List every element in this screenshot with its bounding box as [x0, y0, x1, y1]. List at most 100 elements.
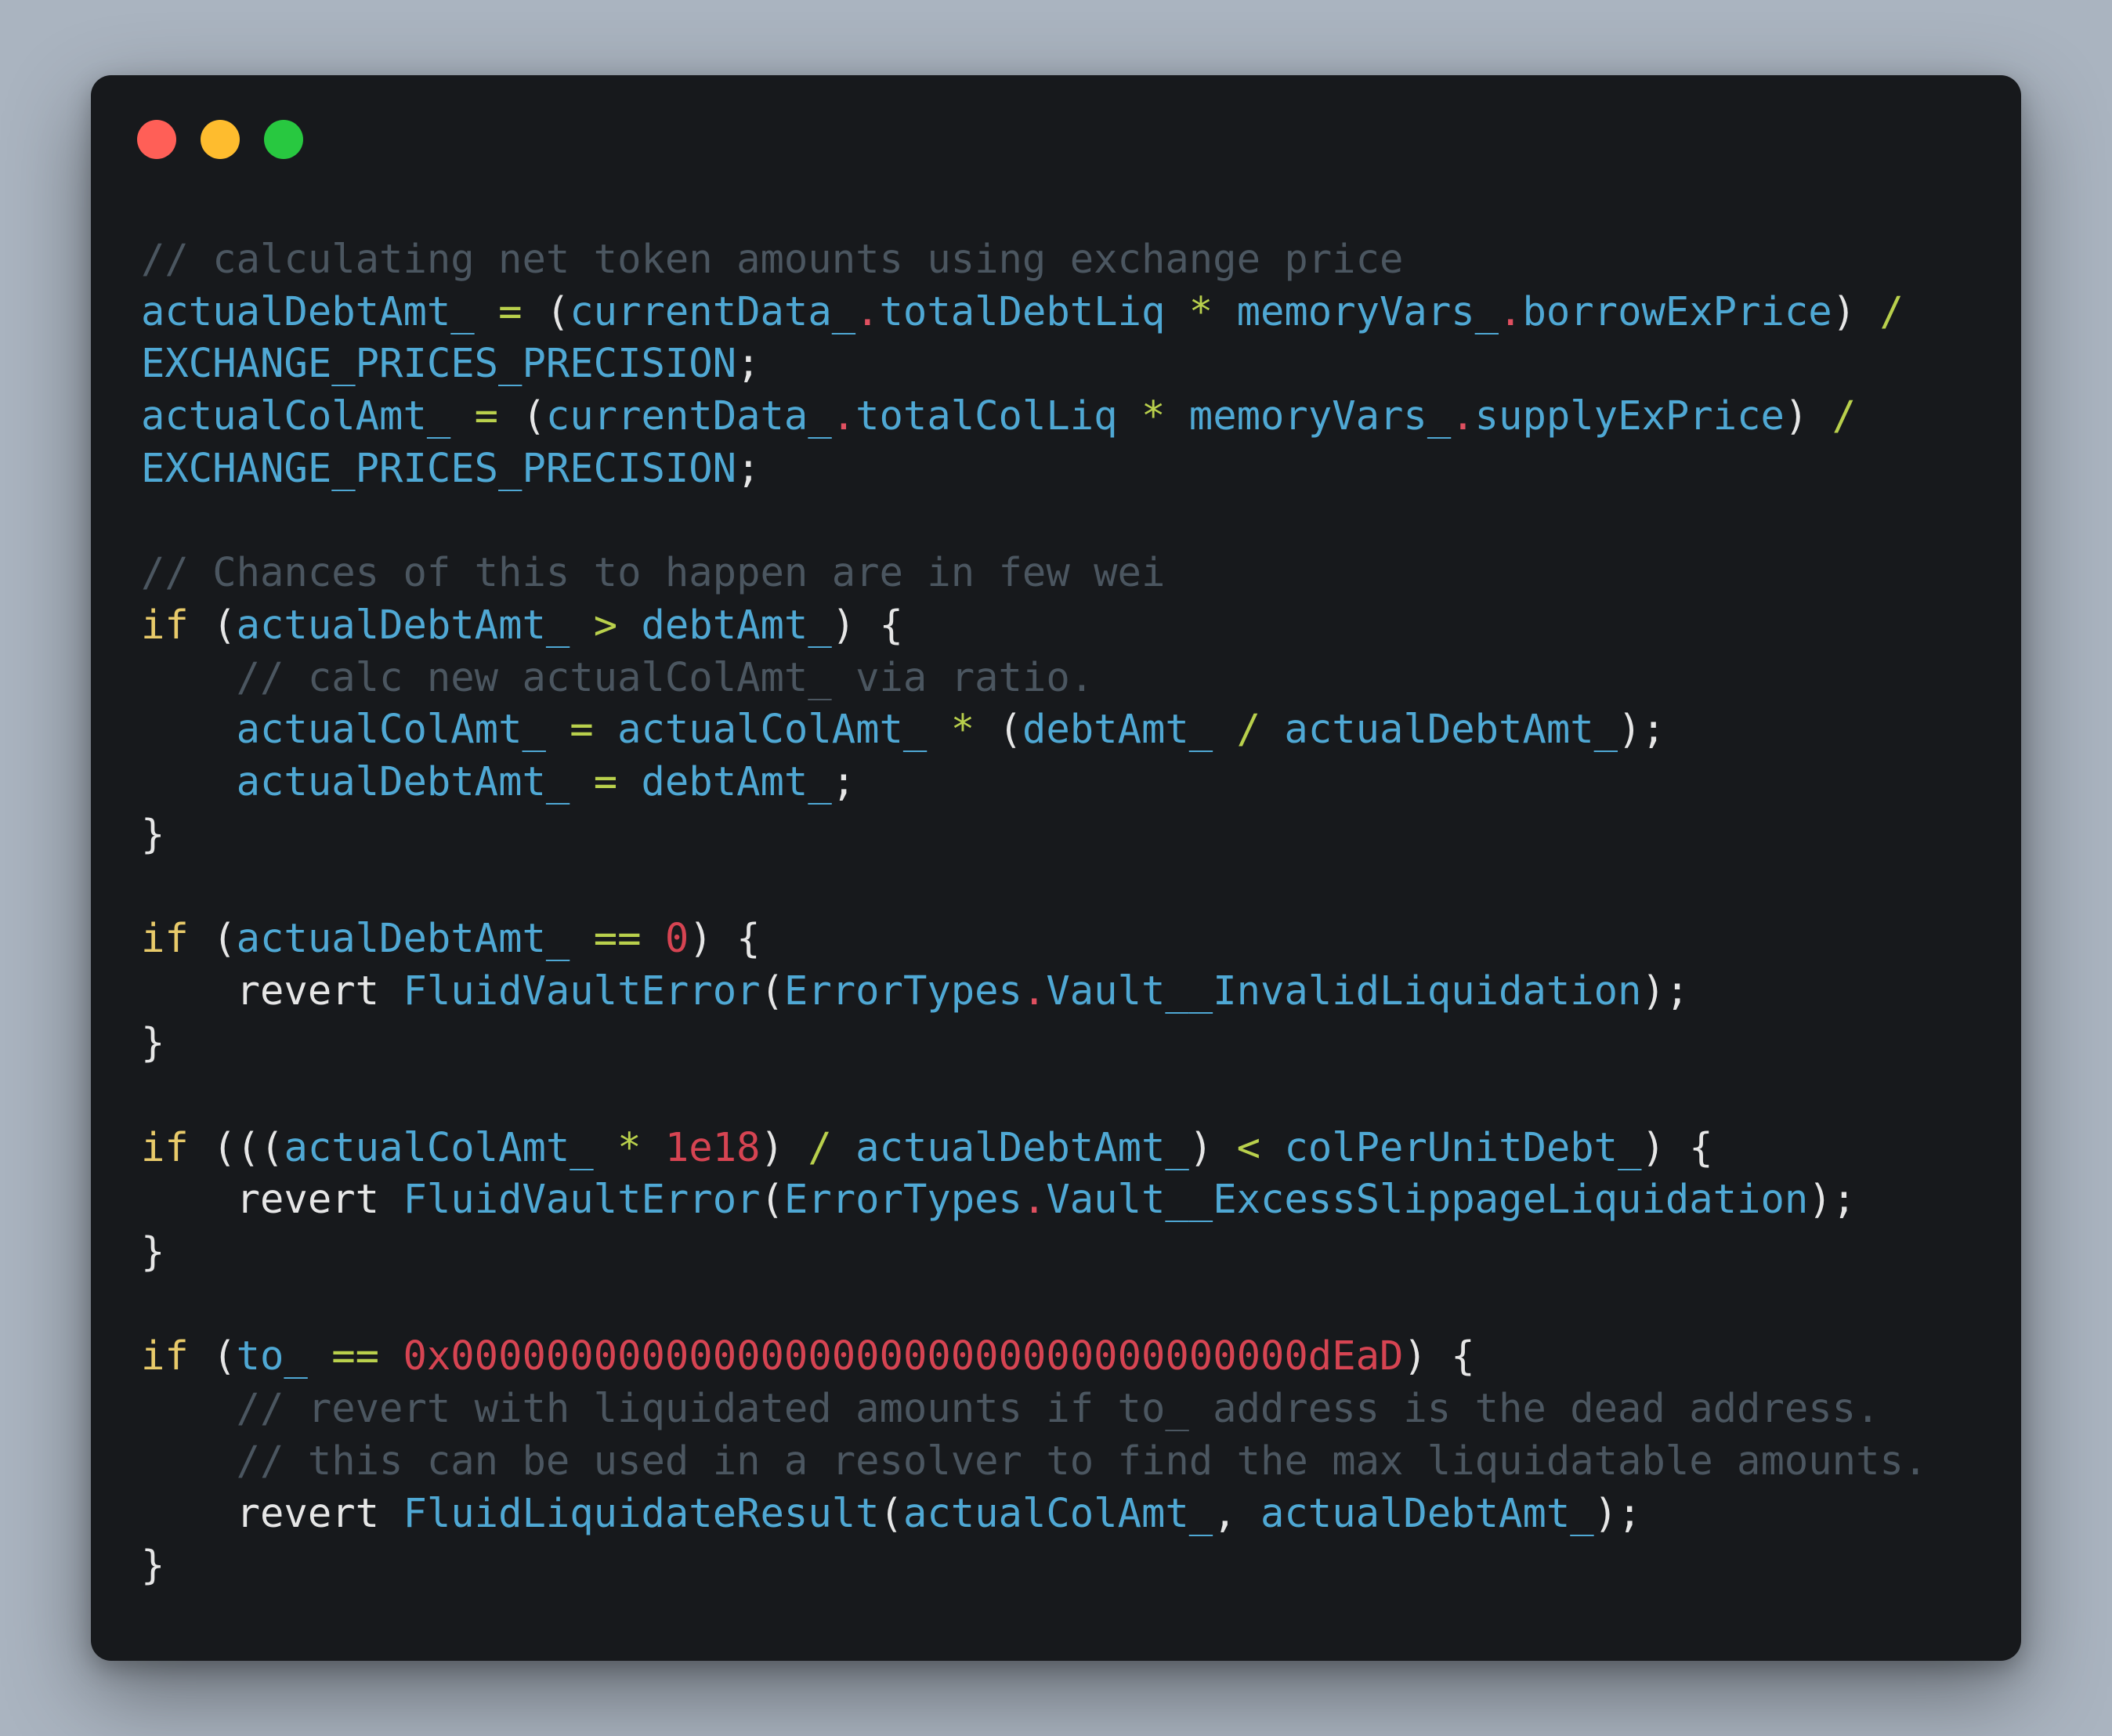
code-line: EXCHANGE_PRICES_PRECISION;: [141, 338, 1927, 390]
code-token-punctuation: revert: [141, 967, 403, 1014]
code-line: // revert with liquidated amounts if to_…: [141, 1383, 1927, 1435]
code-token-identifier: debtAmt_: [1022, 706, 1213, 753]
code-token-punctuation: ;: [736, 444, 761, 491]
code-line: ​: [141, 1069, 1927, 1122]
code-line: actualColAmt_ = actualColAmt_ * (debtAmt…: [141, 703, 1927, 756]
code-token-punctuation: [927, 706, 950, 752]
code-token-punctuation: }: [141, 1019, 165, 1066]
code-token-member-dot: .: [1022, 967, 1047, 1014]
code-token-identifier: actualDebtAmt_: [236, 601, 570, 648]
code-token-operator: /: [808, 1123, 832, 1170]
code-token-literal: 1e18: [664, 1123, 761, 1170]
code-token-identifier: Vault__InvalidLiquidation: [1046, 967, 1642, 1014]
code-token-punctuation: [1213, 288, 1236, 335]
code-token-operator: =: [593, 758, 618, 805]
maximize-button[interactable]: [264, 120, 303, 159]
code-token-punctuation: [475, 288, 498, 335]
code-token-keyword: if: [141, 601, 189, 648]
code-token-punctuation: );: [1593, 1489, 1642, 1536]
code-token-keyword: if: [141, 1333, 189, 1380]
code-token-punctuation: [1165, 288, 1188, 335]
code-token-punctuation: ,: [1213, 1489, 1260, 1536]
code-token-punctuation: (: [522, 288, 570, 335]
code-token-operator: =: [570, 706, 594, 753]
code-line: // calc new actualColAmt_ via ratio.: [141, 652, 1927, 704]
code-line: // calculating net token amounts using e…: [141, 233, 1927, 286]
code-token-punctuation: (: [188, 914, 237, 961]
code-token-member-dot: .: [855, 288, 880, 335]
code-token-punctuation: [617, 758, 641, 805]
code-token-punctuation: [141, 706, 237, 752]
code-token-member-dot: .: [831, 392, 856, 439]
code-token-punctuation: ): [1832, 288, 1880, 335]
code-token-member-dot: .: [1499, 288, 1523, 335]
code-token-operator: *: [617, 1123, 642, 1170]
code-line: ​: [141, 494, 1927, 547]
code-token-identifier: FluidVaultError: [403, 1176, 761, 1223]
code-token-operator: /: [1236, 706, 1261, 753]
code-line: EXCHANGE_PRICES_PRECISION;: [141, 443, 1927, 495]
code-token-comment: // this can be used in a resolver to fin…: [236, 1437, 1928, 1484]
code-line: revert FluidLiquidateResult(actualColAmt…: [141, 1488, 1927, 1540]
code-token-identifier: ErrorTypes: [783, 967, 1022, 1014]
code-token-identifier: debtAmt_: [641, 758, 832, 805]
code-token-identifier: to_: [236, 1333, 308, 1380]
code-token-punctuation: [1165, 392, 1188, 439]
code-token-punctuation: (: [498, 392, 546, 439]
code-token-identifier: EXCHANGE_PRICES_PRECISION: [141, 340, 737, 387]
code-line: }: [141, 808, 1927, 861]
code-token-keyword: if: [141, 914, 189, 961]
code-window: // calculating net token amounts using e…: [91, 75, 2021, 1661]
code-token-punctuation: ) {: [689, 914, 761, 961]
code-token-operator: ==: [331, 1333, 380, 1380]
code-token-identifier: currentData_: [570, 288, 856, 335]
code-token-punctuation: (: [188, 601, 237, 648]
code-token-punctuation: [546, 706, 570, 752]
code-token-identifier: actualDebtAmt_: [1284, 706, 1618, 753]
code-token-operator: =: [474, 392, 499, 439]
code-token-identifier: supplyExPrice: [1474, 392, 1785, 439]
code-block: // calculating net token amounts using e…: [141, 233, 1927, 1592]
code-token-punctuation: revert: [141, 1176, 403, 1223]
code-token-punctuation: }: [141, 810, 165, 857]
code-token-identifier: FluidVaultError: [403, 967, 761, 1014]
code-token-punctuation: [308, 1333, 331, 1379]
minimize-button[interactable]: [201, 120, 240, 159]
code-token-punctuation: ;: [831, 758, 856, 805]
code-token-identifier: actualColAmt_: [902, 1489, 1213, 1536]
code-token-operator: *: [1188, 288, 1213, 335]
code-token-identifier: actualDebtAmt_: [855, 1123, 1189, 1170]
code-token-keyword: if: [141, 1123, 189, 1170]
code-token-punctuation: ): [760, 1123, 808, 1170]
code-token-identifier: memoryVars_: [1188, 392, 1452, 439]
code-token-identifier: totalColLiq: [855, 392, 1118, 439]
code-token-comment: // calculating net token amounts using e…: [141, 236, 1404, 282]
code-line: if (((actualColAmt_ * 1e18) / actualDebt…: [141, 1122, 1927, 1174]
code-line: revert FluidVaultError(ErrorTypes.Vault_…: [141, 1174, 1927, 1226]
code-token-operator: *: [950, 706, 975, 753]
code-token-operator: *: [1141, 392, 1166, 439]
code-token-punctuation: ) {: [831, 601, 903, 648]
code-token-punctuation: ) {: [1403, 1333, 1475, 1380]
code-token-literal: 0: [664, 914, 689, 961]
code-token-punctuation: (: [760, 1176, 784, 1223]
code-token-identifier: actualDebtAmt_: [141, 288, 475, 335]
code-token-operator: /: [1832, 392, 1857, 439]
code-token-punctuation: [832, 1124, 855, 1170]
code-token-punctuation: [570, 915, 593, 961]
code-token-punctuation: ;: [736, 340, 761, 387]
code-token-identifier: ErrorTypes: [783, 1176, 1022, 1223]
code-line: revert FluidVaultError(ErrorTypes.Vault_…: [141, 965, 1927, 1018]
code-token-comment: // Chances of this to happen are in few …: [141, 549, 1166, 596]
code-token-punctuation: );: [1808, 1176, 1857, 1223]
code-line: if (actualDebtAmt_ == 0) {: [141, 913, 1927, 965]
code-token-operator: >: [593, 601, 618, 648]
code-token-identifier: debtAmt_: [641, 601, 832, 648]
code-line: if (actualDebtAmt_ > debtAmt_) {: [141, 599, 1927, 652]
code-token-punctuation: (: [879, 1489, 903, 1536]
close-button[interactable]: [137, 120, 176, 159]
code-token-punctuation: [617, 602, 641, 648]
code-token-identifier: Vault__ExcessSlippageLiquidation: [1046, 1176, 1809, 1223]
code-token-identifier: currentData_: [545, 392, 832, 439]
code-token-operator: ==: [593, 914, 642, 961]
